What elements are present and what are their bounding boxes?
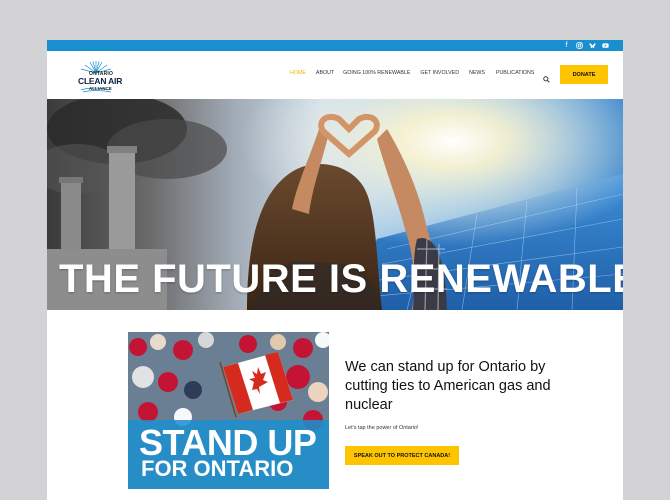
speak-out-button[interactable]: SPEAK OUT TO PROTECT CANADA! xyxy=(345,446,459,465)
logo-line-3: ALLIANCE xyxy=(89,86,112,91)
promo-image[interactable]: STAND UP FOR ONTARIO xyxy=(128,332,329,489)
bluesky-icon[interactable] xyxy=(589,42,596,49)
section-subtext: Let's tap the power of Ontario! xyxy=(345,425,419,431)
nav-item-home[interactable]: HOME xyxy=(290,70,306,76)
donate-button[interactable]: DONATE xyxy=(560,65,608,84)
instagram-icon[interactable] xyxy=(576,42,583,49)
promo-line-2: FOR ONTARIO xyxy=(141,456,294,481)
nav-item-get-involved[interactable]: GET INVOLVED xyxy=(420,70,459,76)
browser-page: f ONTARIO CLEAN AIR ALLIANCE HOME ABOUT … xyxy=(47,40,623,500)
youtube-icon[interactable] xyxy=(602,42,609,49)
facebook-icon[interactable]: f xyxy=(563,42,570,49)
search-icon[interactable] xyxy=(543,70,550,83)
section-headline: We can stand up for Ontario by cutting t… xyxy=(345,359,551,413)
nav-item-news[interactable]: NEWS xyxy=(469,70,485,76)
nav-item-about[interactable]: ABOUT xyxy=(316,70,334,76)
nav-item-publications[interactable]: PUBLICATIONS xyxy=(496,70,534,76)
logo-line-2: CLEAN AIR xyxy=(78,76,123,86)
logo[interactable]: ONTARIO CLEAN AIR ALLIANCE xyxy=(63,59,123,93)
hero-title: THE FUTURE IS RENEWABLE xyxy=(59,257,623,301)
main-nav: HOME ABOUT GOING 100% RENEWABLE GET INVO… xyxy=(290,70,544,76)
hero-banner: THE FUTURE IS RENEWABLE xyxy=(47,99,623,310)
nav-item-going-renewable[interactable]: GOING 100% RENEWABLE xyxy=(343,70,410,76)
top-bar: f xyxy=(47,40,623,51)
site-header: ONTARIO CLEAN AIR ALLIANCE HOME ABOUT GO… xyxy=(47,51,623,99)
